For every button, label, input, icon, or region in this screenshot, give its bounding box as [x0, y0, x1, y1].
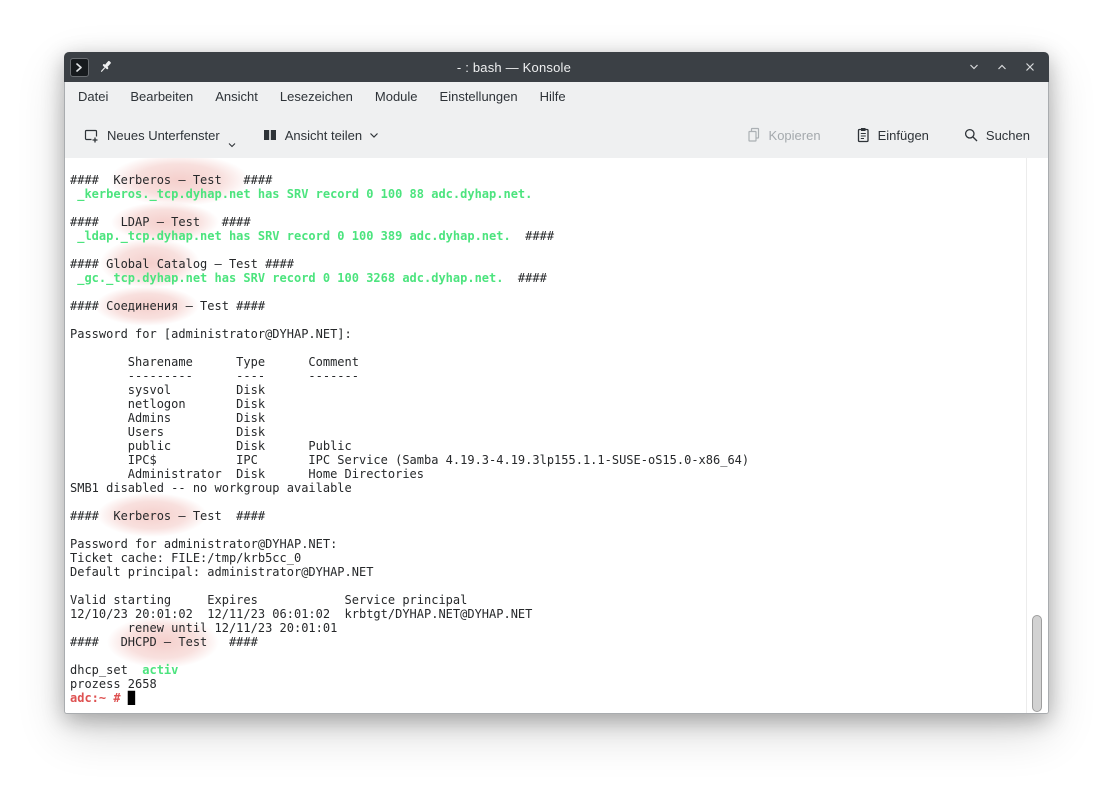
menu-item-einstellungen[interactable]: Einstellungen	[429, 82, 529, 112]
terminal-line: dhcp_set activ	[70, 663, 749, 677]
terminal-icon	[70, 58, 89, 77]
scrollbar-track[interactable]	[1026, 158, 1048, 713]
menu-item-bearbeiten[interactable]: Bearbeiten	[119, 82, 204, 112]
terminal-line: Ticket cache: FILE:/tmp/krb5cc_0	[70, 551, 749, 565]
menu-item-module[interactable]: Module	[364, 82, 429, 112]
new-tab-label: Neues Unterfenster	[107, 128, 220, 143]
terminal-output: #### Kerberos – Test #### _kerberos._tcp…	[65, 158, 775, 705]
terminal-line: #### DHCPD – Test ####	[70, 635, 749, 649]
terminal-line: Users Disk	[70, 425, 749, 439]
split-view-icon	[262, 127, 278, 143]
terminal-line: Sharename Type Comment	[70, 355, 749, 369]
terminal-line	[70, 579, 749, 593]
menubar: Datei Bearbeiten Ansicht Lesezeichen Mod…	[65, 82, 1048, 112]
pin-icon[interactable]	[98, 59, 113, 75]
terminal-line	[70, 649, 749, 663]
konsole-window: - : bash — Konsole Datei Bearbeiten Ansi…	[64, 52, 1049, 714]
search-label: Suchen	[986, 128, 1030, 143]
search-icon	[963, 127, 979, 143]
toolbar: Neues Unterfenster Ansicht teilen	[65, 112, 1048, 158]
terminal-line: Valid starting Expires Service principal	[70, 593, 749, 607]
terminal-line: #### Соединения – Test ####	[70, 299, 749, 313]
terminal-line: 12/10/23 20:01:02 12/11/23 06:01:02 krbt…	[70, 607, 749, 621]
terminal-line: #### LDAP – Test ####	[70, 215, 749, 229]
terminal-line: sysvol Disk	[70, 383, 749, 397]
search-button[interactable]: Suchen	[959, 121, 1034, 149]
terminal-line: _kerberos._tcp.dyhap.net has SRV record …	[70, 187, 749, 201]
terminal-line: public Disk Public	[70, 439, 749, 453]
terminal-line: _gc._tcp.dyhap.net has SRV record 0 100 …	[70, 271, 749, 285]
menu-item-hilfe[interactable]: Hilfe	[529, 82, 577, 112]
terminal-line: Default principal: administrator@DYHAP.N…	[70, 565, 749, 579]
terminal-line: #### Kerberos – Test ####	[70, 509, 749, 523]
menu-item-ansicht[interactable]: Ansicht	[204, 82, 269, 112]
terminal-line: netlogon Disk	[70, 397, 749, 411]
close-icon[interactable]	[1023, 60, 1037, 74]
menu-item-datei[interactable]: Datei	[67, 82, 119, 112]
terminal-line	[70, 341, 749, 355]
terminal-line: renew until 12/11/23 20:01:01	[70, 621, 749, 635]
maximize-icon[interactable]	[995, 60, 1009, 74]
terminal-line: Administrator Disk Home Directories	[70, 467, 749, 481]
terminal-line	[70, 243, 749, 257]
terminal-line: --------- ---- -------	[70, 369, 749, 383]
terminal-line	[70, 495, 749, 509]
terminal-line: #### Kerberos – Test ####	[70, 173, 749, 187]
new-tab-button[interactable]: Neues Unterfenster	[79, 121, 240, 150]
scrollbar-thumb[interactable]	[1032, 615, 1042, 712]
copy-icon	[746, 127, 762, 143]
chevron-down-icon	[228, 142, 236, 148]
terminal-line: _ldap._tcp.dyhap.net has SRV record 0 10…	[70, 229, 749, 243]
terminal-line	[70, 313, 749, 327]
terminal-line: #### Global Catalog – Test ####	[70, 257, 749, 271]
terminal-line: Password for administrator@DYHAP.NET:	[70, 537, 749, 551]
menu-item-lesezeichen[interactable]: Lesezeichen	[269, 82, 364, 112]
new-tab-icon	[83, 127, 100, 144]
terminal-line: SMB1 disabled -- no workgroup available	[70, 481, 749, 495]
copy-button[interactable]: Kopieren	[742, 121, 825, 149]
terminal-line: prozess 2658	[70, 677, 749, 691]
terminal-line: adc:~ # █	[70, 691, 749, 705]
paste-label: Einfügen	[878, 128, 929, 143]
paste-icon	[855, 127, 871, 143]
terminal-line: IPC$ IPC IPC Service (Samba 4.19.3-4.19.…	[70, 453, 749, 467]
paste-button[interactable]: Einfügen	[851, 121, 933, 149]
split-view-label: Ansicht teilen	[285, 128, 362, 143]
terminal-line: Admins Disk	[70, 411, 749, 425]
terminal[interactable]: #### Kerberos – Test #### _kerberos._tcp…	[65, 158, 1048, 713]
chevron-down-icon	[369, 132, 379, 139]
terminal-line	[70, 523, 749, 537]
minimize-icon[interactable]	[967, 60, 981, 74]
titlebar[interactable]: - : bash — Konsole	[64, 52, 1049, 82]
terminal-line	[70, 285, 749, 299]
terminal-line	[70, 201, 749, 215]
split-view-button[interactable]: Ansicht teilen	[258, 121, 383, 149]
copy-label: Kopieren	[769, 128, 821, 143]
terminal-line: Password for [administrator@DYHAP.NET]:	[70, 327, 749, 341]
window-title: - : bash — Konsole	[121, 60, 967, 75]
